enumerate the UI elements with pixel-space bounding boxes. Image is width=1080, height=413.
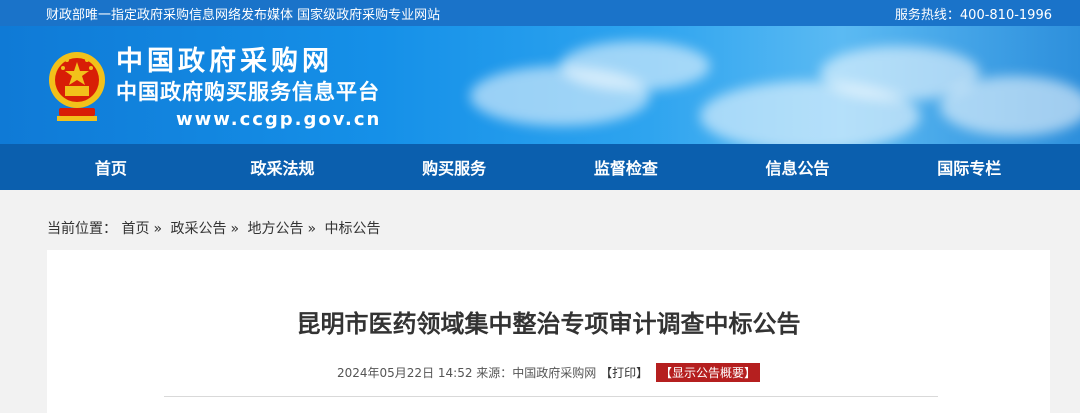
breadcrumb-award-announcements[interactable]: 中标公告: [325, 221, 381, 237]
article-title: 昆明市医药领域集中整治专项审计调查中标公告: [296, 310, 801, 338]
publish-datetime: 2024年05月22日 14:52: [336, 366, 473, 380]
national-emblem-icon: [49, 52, 105, 121]
nav-item-international[interactable]: 国际专栏: [883, 155, 1055, 179]
show-summary-button[interactable]: 【显示公告概要】: [655, 363, 760, 382]
service-hotline: 服务热线：400-810-1996: [894, 7, 1052, 23]
nav-item-home[interactable]: 首页: [25, 155, 197, 179]
article-panel: 昆明市医药领域集中整治专项审计调查中标公告 2024年05月22日 14:52 …: [47, 250, 1050, 413]
cloud-decoration: [560, 41, 710, 91]
breadcrumb: 当前位置： 首页» 政采公告» 地方公告» 中标公告: [47, 218, 381, 238]
divider: [164, 396, 938, 397]
breadcrumb-local-announcements[interactable]: 地方公告: [248, 221, 304, 237]
breadcrumb-separator: »: [230, 221, 240, 237]
article-meta: 2024年05月22日 14:52 来源：中国政府采购网 【打印】 【显示公告概…: [47, 363, 1050, 382]
breadcrumb-home[interactable]: 首页: [121, 221, 149, 237]
nav-item-announcements[interactable]: 信息公告: [712, 155, 884, 179]
site-logo[interactable]: 中国政府采购网 中国政府购买服务信息平台 www.ccgp.gov.cn: [116, 46, 381, 134]
nav-item-regulations[interactable]: 政采法规: [197, 155, 369, 179]
main-nav: 首页 政采法规 购买服务 监督检查 信息公告 国际专栏: [0, 144, 1080, 190]
logo-title: 中国政府采购网: [116, 46, 333, 77]
logo-url: www.ccgp.gov.cn: [176, 109, 382, 130]
print-link[interactable]: 【打印】: [600, 366, 648, 380]
site-slogan: 财政部唯一指定政府采购信息网络发布媒体 国家级政府采购专业网站: [46, 7, 441, 23]
cloud-decoration: [940, 76, 1080, 136]
breadcrumb-separator: »: [153, 221, 163, 237]
nav-item-supervision[interactable]: 监督检查: [540, 155, 712, 179]
breadcrumb-gov-announcements[interactable]: 政采公告: [170, 221, 226, 237]
site-header: 中国政府采购网 中国政府购买服务信息平台 www.ccgp.gov.cn: [0, 26, 1080, 144]
article-source: 来源：中国政府采购网: [476, 366, 597, 380]
breadcrumb-separator: »: [307, 221, 317, 237]
logo-subtitle: 中国政府购买服务信息平台: [116, 80, 380, 104]
top-info-bar: 财政部唯一指定政府采购信息网络发布媒体 国家级政府采购专业网站 服务热线：400…: [0, 0, 1080, 26]
nav-item-purchase-services[interactable]: 购买服务: [368, 155, 540, 179]
breadcrumb-prefix: 当前位置：: [47, 221, 117, 237]
